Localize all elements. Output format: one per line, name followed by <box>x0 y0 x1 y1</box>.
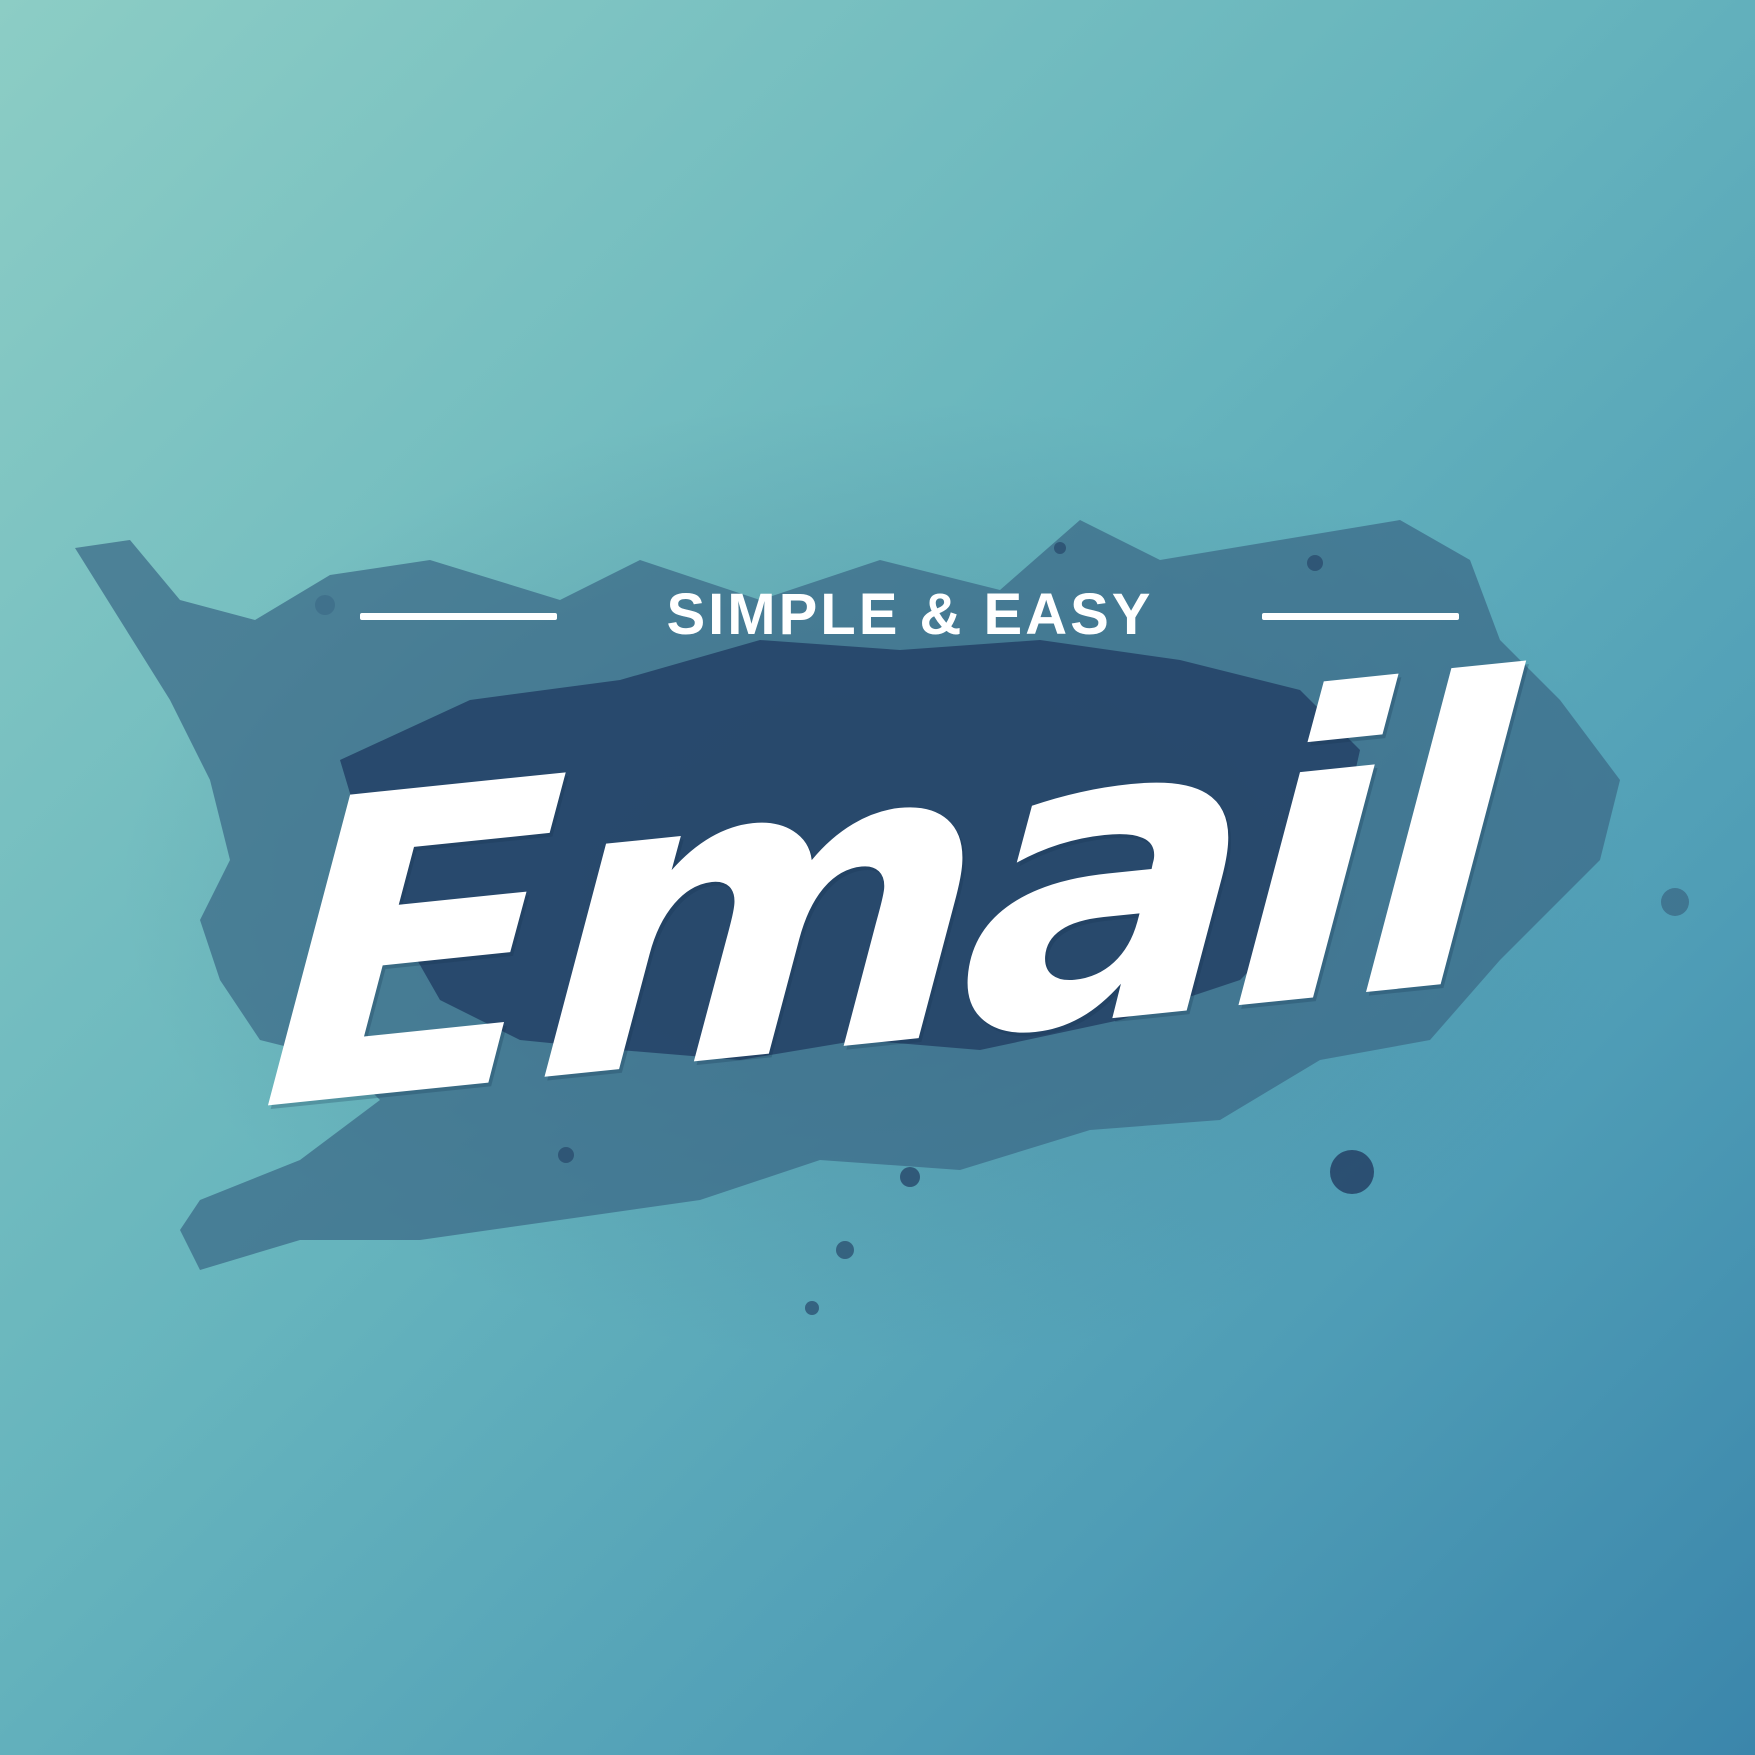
artwork: SIMPLE & EASY Email <box>0 0 1755 1755</box>
tagline-rule-left <box>360 613 557 620</box>
